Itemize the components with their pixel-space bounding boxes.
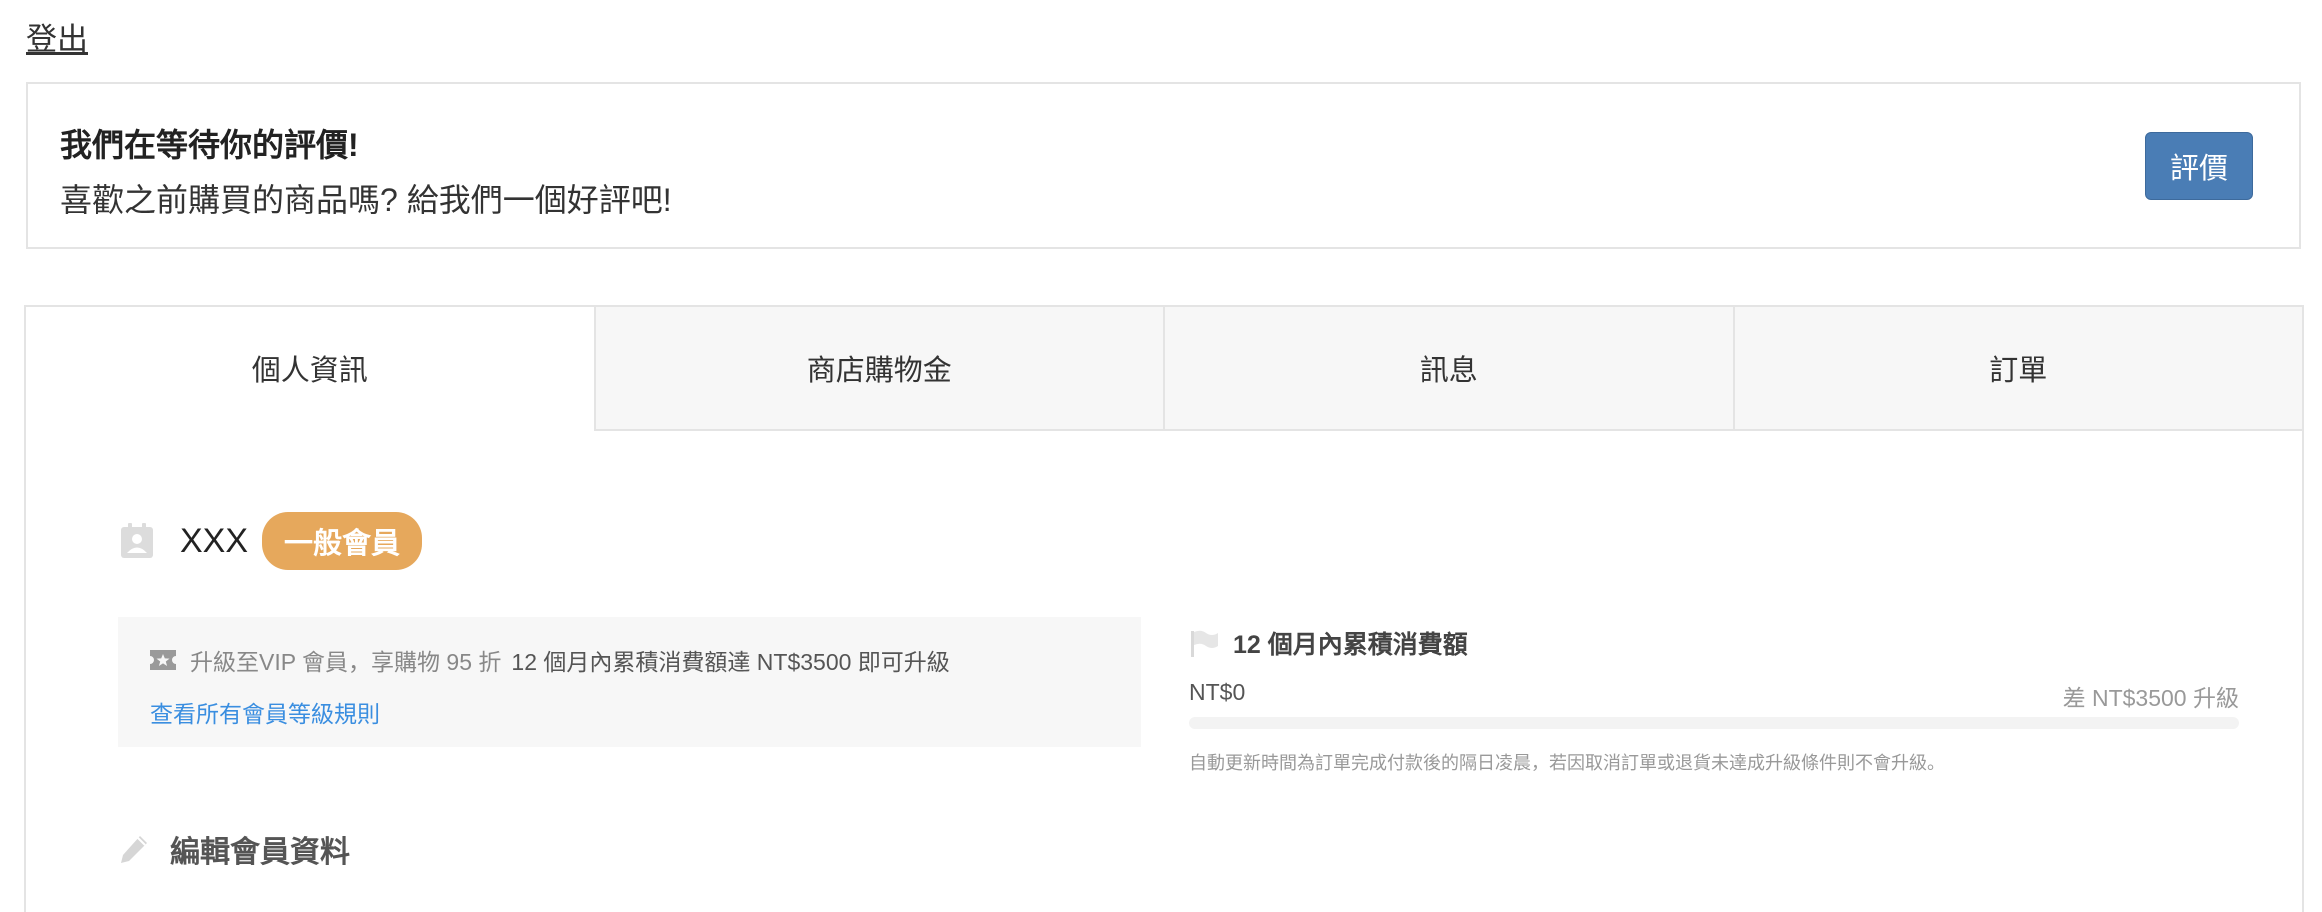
review-button[interactable]: 評價 <box>2145 132 2253 200</box>
review-prompt-card: 我們在等待你的評價! 喜歡之前購買的商品嗎? 給我們一個好評吧! 評價 <box>26 82 2301 249</box>
spend-current-amount: NT$0 <box>1189 679 1246 705</box>
spend-heading: 12 個月內累積消費額 <box>1189 625 1468 661</box>
member-name: XXX <box>180 521 249 560</box>
logout-link[interactable]: 登出 <box>26 14 88 59</box>
pencil-icon <box>121 836 147 863</box>
upgrade-info-line: 升級至VIP 會員，享購物 95 折 12 個月內累積消費額達 NT$3500 … <box>150 643 950 677</box>
account-tabs-panel: 個人資訊 商店購物金 訊息 訂單 XXX 一般會員 升級至VIP 會員，享購物 … <box>24 305 2304 912</box>
upgrade-info-box: 升級至VIP 會員，享購物 95 折 12 個月內累積消費額達 NT$3500 … <box>118 617 1141 747</box>
tab-orders[interactable]: 訂單 <box>1732 307 2302 431</box>
member-info-row: XXX 一般會員 <box>120 512 423 570</box>
tab-messages[interactable]: 訊息 <box>1163 307 1733 431</box>
upgrade-requirement-text: 12 個月內累積消費額達 NT$3500 即可升級 <box>511 649 950 675</box>
spend-progress-bar <box>1189 717 2239 729</box>
tab-bar: 個人資訊 商店購物金 訊息 訂單 <box>26 307 2302 431</box>
review-prompt-subtitle: 喜歡之前購買的商品嗎? 給我們一個好評吧! <box>60 182 672 218</box>
member-tier-badge: 一般會員 <box>262 512 423 570</box>
ticket-icon <box>150 650 176 670</box>
tab-store-credit[interactable]: 商店購物金 <box>593 307 1163 431</box>
spend-update-note: 自動更新時間為訂單完成付款後的隔日凌晨，若因取消訂單或退貨未達成升級條件則不會升… <box>1189 753 1945 773</box>
edit-member-section: 編輯會員資料 <box>118 827 350 871</box>
id-card-icon <box>121 523 153 558</box>
flag-icon <box>1191 630 1218 657</box>
spend-progress-panel: 12 個月內累積消費額 NT$0 差 NT$3500 升級 自動更新時間為訂單完… <box>1189 617 2239 777</box>
upgrade-benefit-text: 升級至VIP 會員，享購物 95 折 <box>190 649 502 675</box>
spend-remaining-amount: 差 NT$3500 升級 <box>2062 685 2239 711</box>
review-prompt-title: 我們在等待你的評價! <box>60 127 359 163</box>
spend-heading-text: 12 個月內累積消費額 <box>1233 631 1468 659</box>
edit-member-title: 編輯會員資料 <box>170 836 350 869</box>
tab-profile[interactable]: 個人資訊 <box>26 307 594 431</box>
membership-rules-link[interactable]: 查看所有會員等級規則 <box>150 695 380 729</box>
